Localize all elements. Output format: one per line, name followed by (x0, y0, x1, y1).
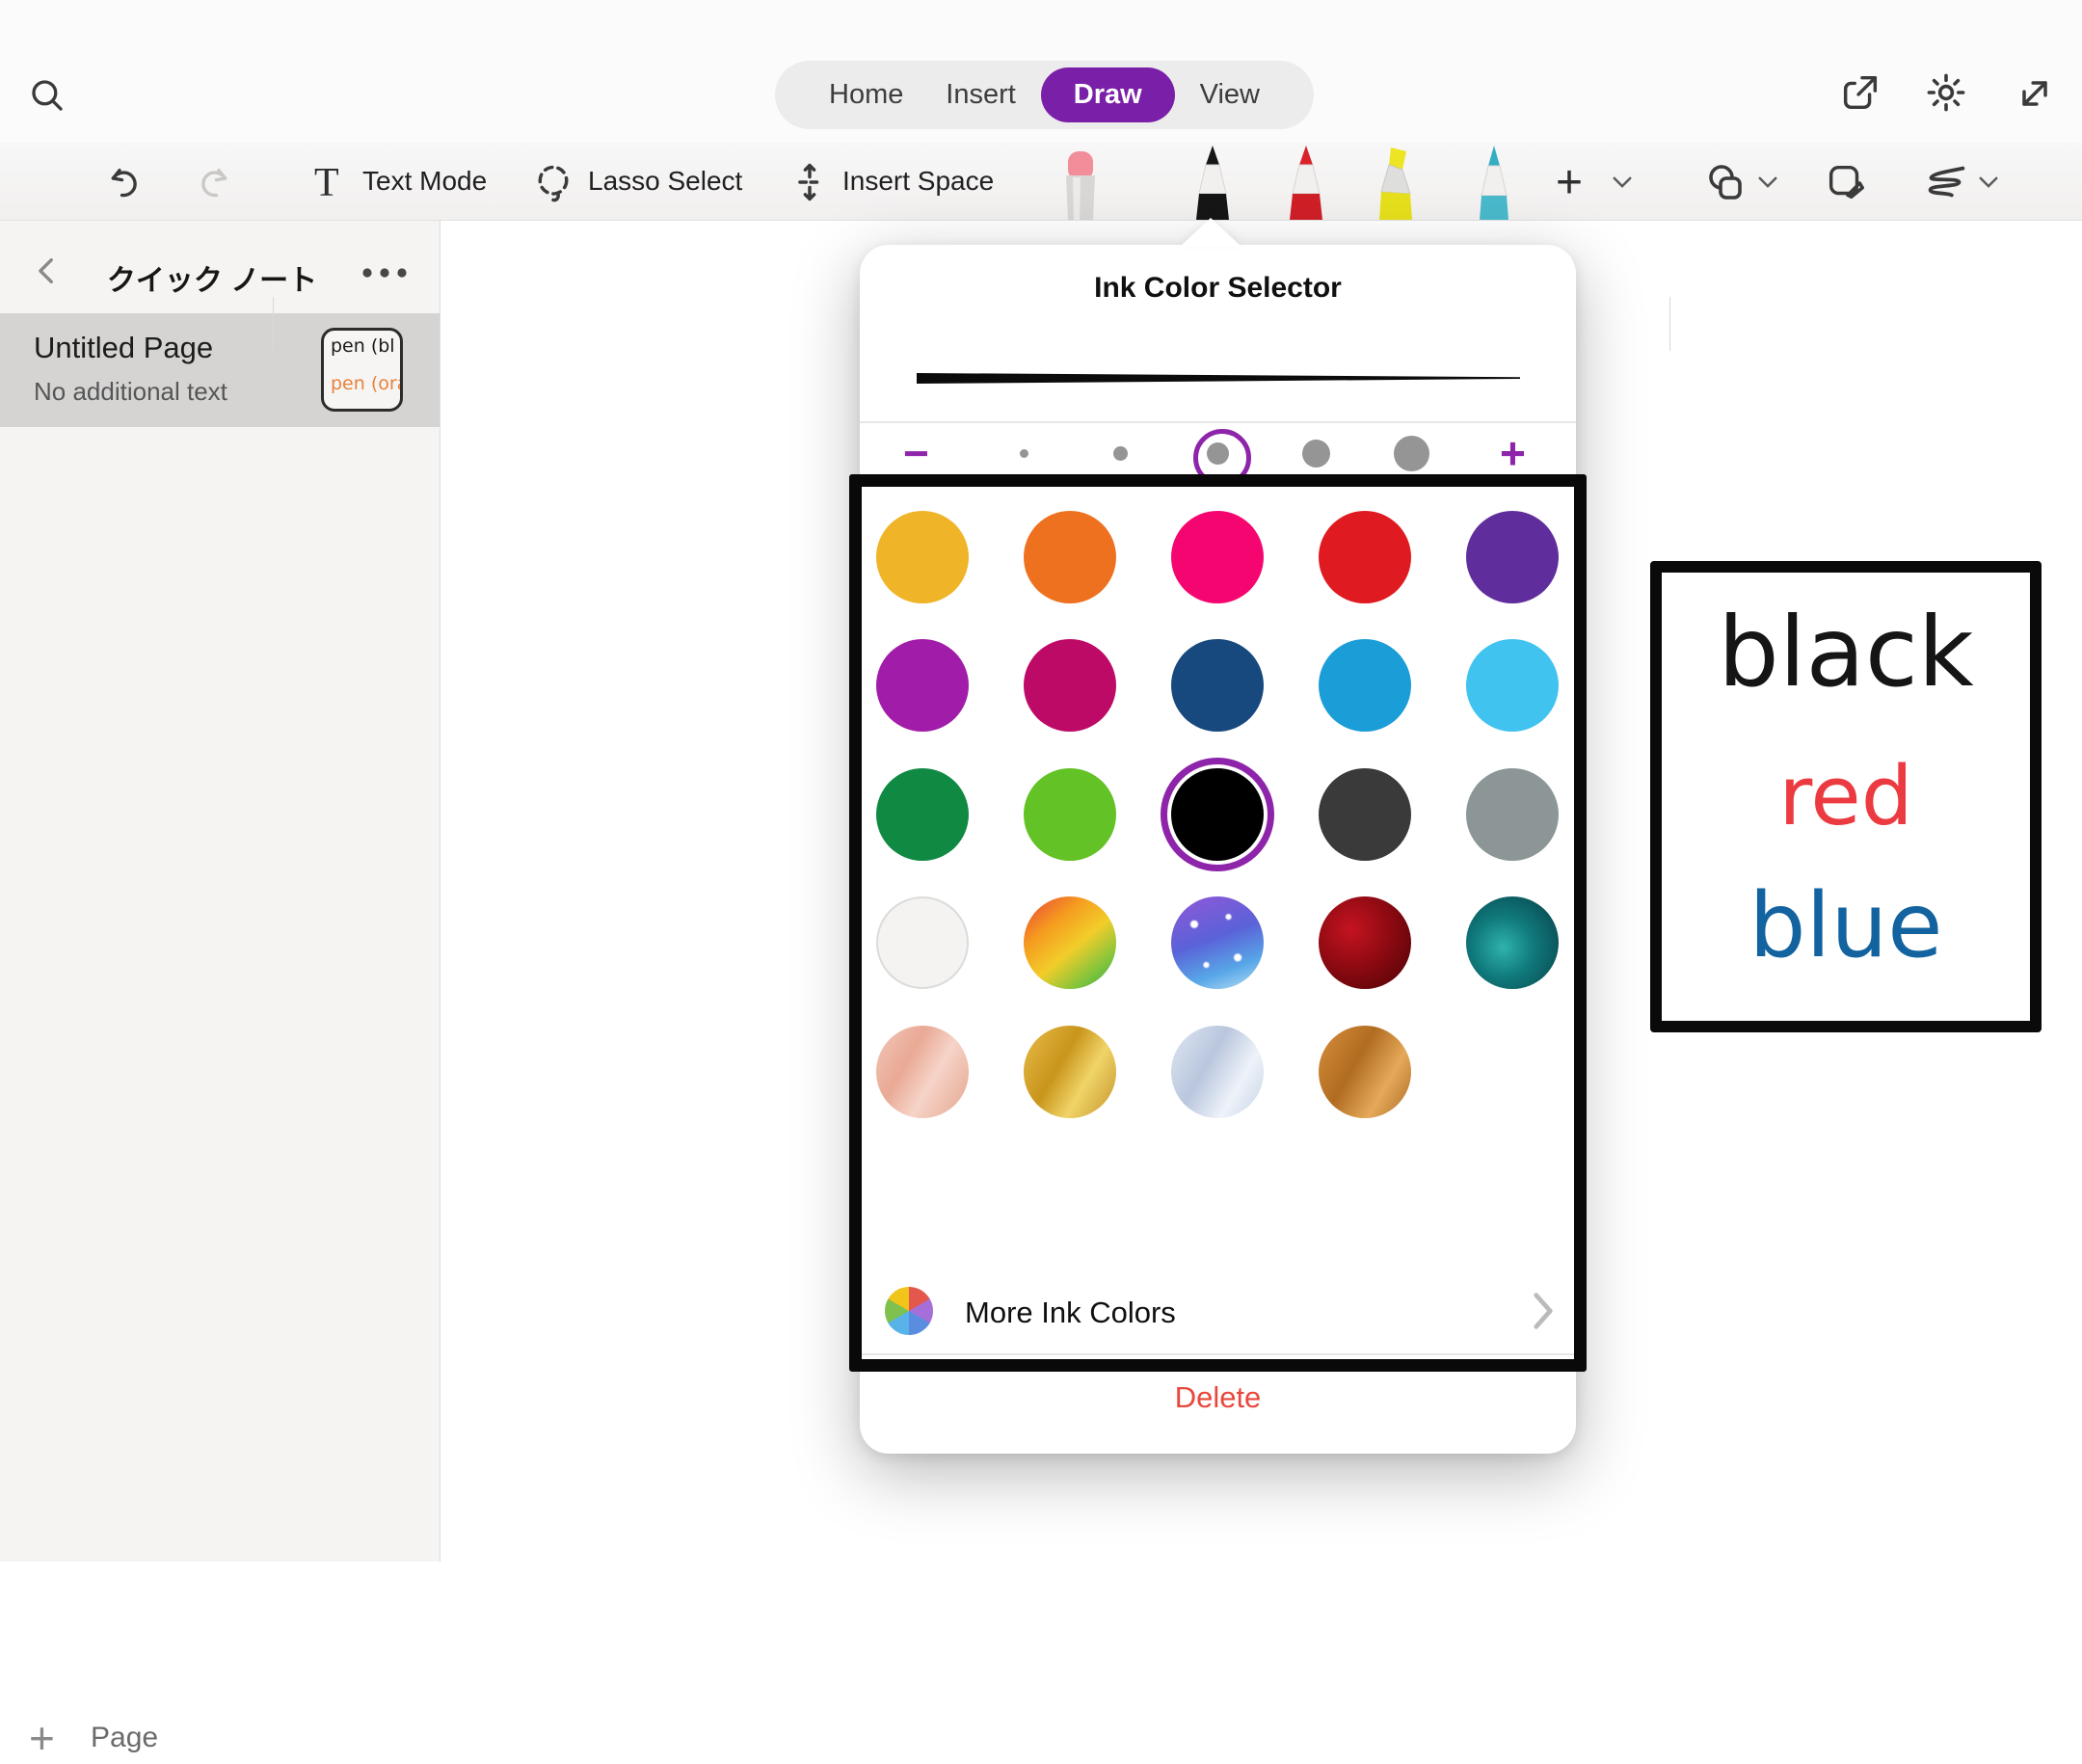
thumbnail-ink-line: pen (ora (331, 373, 400, 394)
popover-title: Ink Color Selector (860, 272, 1576, 305)
popover-divider (860, 421, 1576, 423)
selected-size-ring (1193, 429, 1251, 487)
swatch-rose-gold[interactable] (876, 1026, 969, 1118)
insert-space-label[interactable]: Insert Space (842, 143, 994, 220)
lasso-select-icon[interactable] (532, 162, 574, 204)
toolbar-divider (1669, 297, 1670, 351)
page-item-subtitle: No additional text (34, 377, 227, 407)
page-list-item[interactable]: Untitled Page No additional text pen (bl… (0, 313, 440, 427)
more-chevron-right-icon[interactable] (1530, 1292, 1557, 1330)
pencil-teal[interactable] (1465, 145, 1523, 220)
ink-effects-scribble-icon[interactable] (1922, 162, 1970, 204)
swatch-raspberry[interactable] (1024, 639, 1116, 732)
more-ink-colors-button[interactable]: More Ink Colors (965, 1296, 1176, 1330)
page-thumbnail: pen (bl pen (ora (321, 328, 403, 412)
highlighter-yellow[interactable] (1371, 145, 1428, 220)
ink-word-blue: blue (1662, 879, 2030, 974)
pen-black-selected[interactable] (1184, 145, 1241, 220)
text-mode-icon[interactable]: T (314, 160, 339, 206)
handwritten-ink-box: black red blue (1650, 561, 2042, 1032)
insert-space-icon[interactable] (788, 161, 831, 203)
add-pen-plus-icon[interactable]: + (1556, 156, 1583, 209)
draw-toolbar: T Text Mode Lasso Select Insert Space + (0, 143, 2082, 221)
share-icon[interactable] (1838, 70, 1882, 115)
stroke-size-dot-1[interactable] (1020, 449, 1028, 458)
swatch-silver-texture[interactable] (1171, 1026, 1264, 1118)
delete-pen-button[interactable]: Delete (860, 1380, 1576, 1415)
ribbon-tabs: HomeInsertDrawView (775, 61, 1314, 129)
ink-word-black: black (1662, 601, 2030, 703)
swatch-gold[interactable] (876, 511, 969, 603)
stroke-size-dot-4[interactable] (1302, 440, 1330, 468)
fullscreen-expand-icon[interactable] (2014, 72, 2056, 115)
lasso-select-label[interactable]: Lasso Select (588, 143, 742, 220)
swatch-gray[interactable] (1466, 768, 1559, 861)
notebook-title: クイック ノート (96, 256, 328, 299)
settings-gear-icon[interactable] (1923, 69, 1969, 116)
swatch-violet[interactable] (876, 639, 969, 732)
swatch-red-marble[interactable] (1319, 896, 1411, 989)
swatch-rainbow-glitter[interactable] (1024, 896, 1116, 989)
color-wheel-icon (885, 1287, 933, 1335)
eraser[interactable] (1052, 150, 1109, 220)
shapes-icon[interactable] (1702, 160, 1748, 206)
undo-icon[interactable] (105, 164, 144, 202)
swatch-orange[interactable] (1024, 511, 1116, 603)
swatch-navy[interactable] (1171, 639, 1264, 732)
swatch-lime[interactable] (1024, 768, 1116, 861)
top-bar: HomeInsertDrawView (0, 0, 2082, 143)
redo-icon[interactable] (195, 164, 233, 202)
toolbar-divider (273, 297, 274, 351)
ink-word-red: red (1662, 754, 2030, 840)
ellipsis-menu-icon[interactable] (359, 262, 411, 283)
add-pen-chevron-down-icon[interactable] (1612, 174, 1633, 190)
swatch-dark-gray[interactable] (1319, 768, 1411, 861)
text-mode-label[interactable]: Text Mode (362, 143, 487, 220)
shapes-chevron-down-icon[interactable] (1757, 174, 1778, 190)
back-chevron-icon[interactable] (31, 254, 64, 287)
ink-color-selector-popover: Ink Color Selector − + More Ink Colors D… (860, 245, 1576, 1454)
add-page-label[interactable]: Page (91, 1722, 158, 1754)
thumbnail-ink-line: pen (bl (331, 335, 400, 357)
tab-view[interactable]: View (1183, 67, 1277, 122)
pen-red[interactable] (1277, 145, 1335, 220)
ink-to-shape-icon[interactable] (1824, 160, 1868, 204)
stroke-size-dot-5[interactable] (1394, 436, 1429, 471)
search-icon[interactable] (27, 75, 67, 116)
swatch-white[interactable] (876, 896, 969, 989)
page-item-title: Untitled Page (34, 331, 213, 365)
stroke-preview (917, 365, 1520, 392)
stroke-size-dot-2[interactable] (1113, 446, 1128, 461)
swatch-gold-texture[interactable] (1024, 1026, 1116, 1118)
swatch-black[interactable] (1171, 768, 1264, 861)
swatch-red[interactable] (1319, 511, 1411, 603)
swatch-galaxy[interactable] (1171, 896, 1264, 989)
ink-effects-chevron-down-icon[interactable] (1978, 174, 1999, 190)
tab-insert[interactable]: Insert (928, 67, 1033, 122)
tab-draw[interactable]: Draw (1041, 67, 1175, 122)
swatch-green[interactable] (876, 768, 969, 861)
add-page-plus-icon[interactable]: + (29, 1712, 55, 1764)
popover-arrow (1180, 218, 1241, 247)
popover-divider (860, 1353, 1576, 1355)
tab-home[interactable]: Home (812, 67, 921, 122)
swatch-teal-marble[interactable] (1466, 896, 1559, 989)
swatch-bronze-texture[interactable] (1319, 1026, 1411, 1118)
swatch-sky-blue[interactable] (1466, 639, 1559, 732)
swatch-azure[interactable] (1319, 639, 1411, 732)
page-sidebar: クイック ノート Untitled Page No additional tex… (0, 220, 440, 1562)
swatch-dark-purple[interactable] (1466, 511, 1559, 603)
swatch-hot-pink[interactable] (1171, 511, 1264, 603)
